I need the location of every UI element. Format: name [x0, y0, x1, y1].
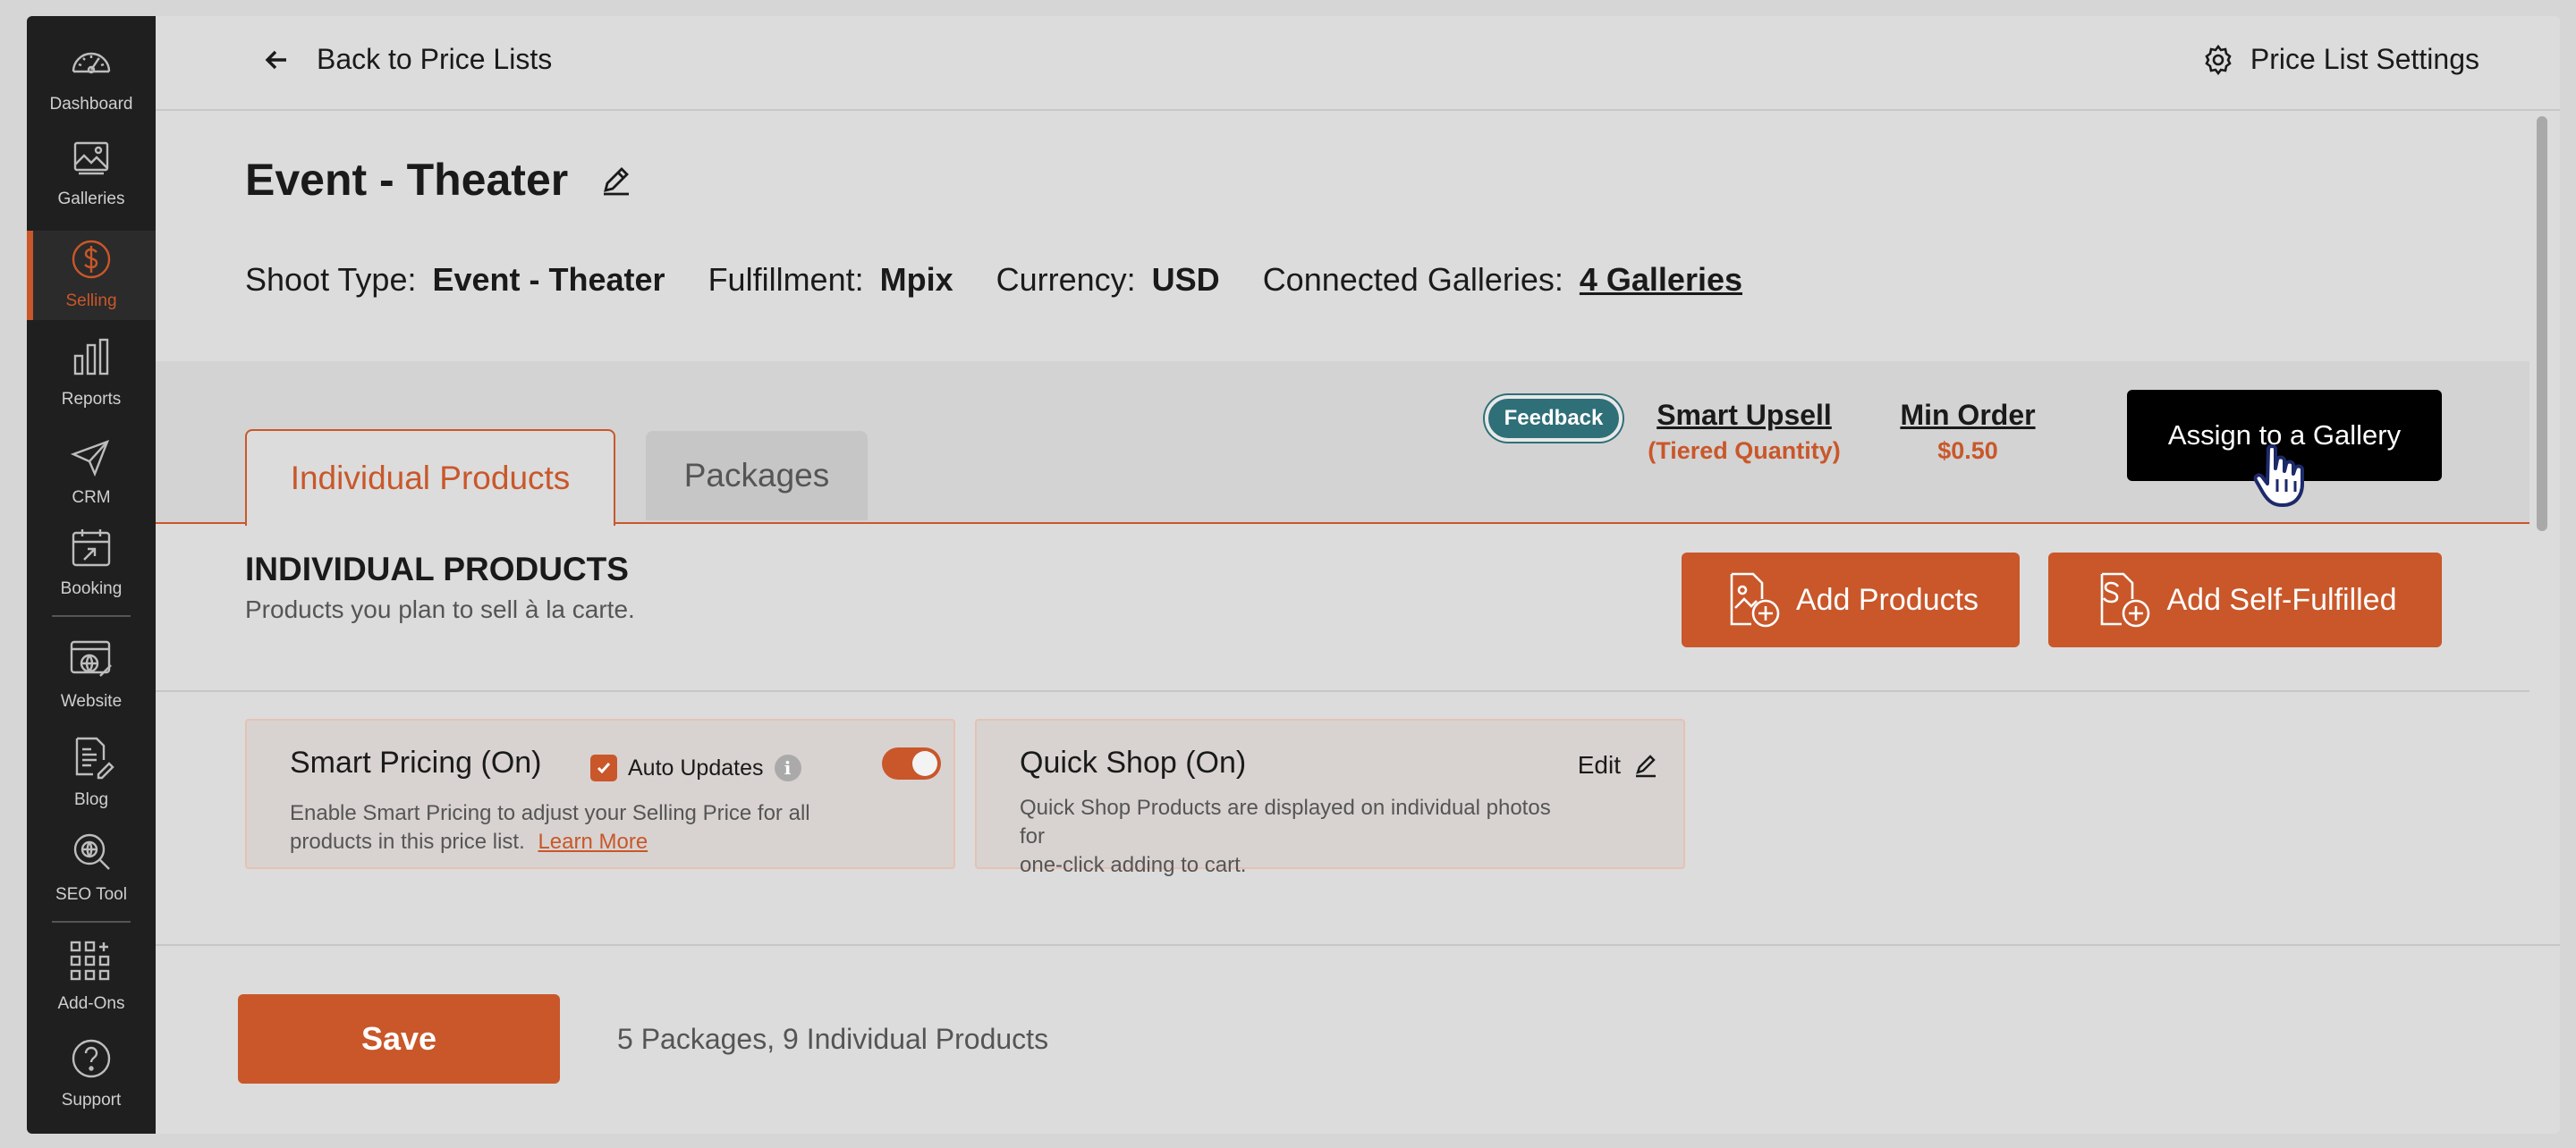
help-icon — [72, 1039, 111, 1078]
sidebar-item-label: Website — [60, 692, 123, 711]
sidebar-item-booking[interactable]: Booking — [27, 519, 156, 608]
pencil-icon[interactable] — [600, 164, 632, 196]
info-icon[interactable]: i — [774, 755, 801, 781]
smart-pricing-desc-line1: Enable Smart Pricing to adjust your Sell… — [290, 801, 810, 825]
scrollbar-thumb[interactable] — [2537, 116, 2547, 531]
section-divider — [156, 690, 2529, 692]
fulfillment-value: Mpix — [879, 261, 953, 298]
learn-more-link[interactable]: Learn More — [538, 830, 648, 854]
feedback-button[interactable]: Feedback — [1485, 395, 1623, 442]
page-title: Event - Theater — [245, 154, 632, 206]
tab-individual-products[interactable]: Individual Products — [245, 429, 615, 526]
sidebar-item-label: Blog — [73, 790, 109, 809]
shoot-type-label: Shoot Type: — [245, 261, 417, 298]
sidebar-item-reports[interactable]: Reports — [27, 329, 156, 418]
sidebar-item-support[interactable]: Support — [27, 1030, 156, 1119]
grid-icon — [70, 941, 110, 981]
section-title: INDIVIDUAL PRODUCTS — [245, 551, 629, 587]
arrow-left-icon — [265, 50, 286, 69]
smart-pricing-toggle[interactable] — [882, 747, 941, 780]
price-list-meta: Shoot Type: Event - Theater Fulfillment:… — [245, 261, 1742, 299]
price-list-title: Event - Theater — [245, 155, 569, 205]
sidebar: Dashboard Galleries Selling Reports CRM … — [27, 16, 156, 1134]
quick-shop-desc-line1: Quick Shop Products are displayed on ind… — [1020, 796, 1551, 848]
min-order-link[interactable]: Min Order $0.50 — [1896, 399, 2039, 465]
settings-label: Price List Settings — [2250, 43, 2479, 75]
sidebar-item-label: Selling — [65, 291, 117, 310]
auto-updates-checkbox[interactable]: Auto Updates i — [590, 755, 801, 781]
sidebar-item-label: Support — [61, 1091, 122, 1110]
quick-shop-edit-button[interactable]: Edit — [1578, 751, 1658, 780]
app-window: Dashboard Galleries Selling Reports CRM … — [27, 16, 2560, 1134]
quick-shop-title: Quick Shop (On) — [1020, 746, 1247, 780]
auto-updates-label: Auto Updates — [628, 755, 764, 781]
sidebar-divider — [52, 921, 131, 923]
sidebar-item-selling[interactable]: Selling — [27, 231, 156, 320]
pencil-icon — [1636, 755, 1656, 778]
footer-divider — [156, 944, 2560, 946]
galleries-icon — [73, 141, 109, 175]
smart-pricing-description: Enable Smart Pricing to adjust your Sell… — [290, 799, 844, 857]
save-button[interactable]: Save — [238, 994, 560, 1084]
edit-label: Edit — [1577, 751, 1621, 779]
sidebar-item-label: Dashboard — [49, 95, 133, 114]
back-link-label: Back to Price Lists — [317, 43, 553, 75]
top-bar: Back to Price Lists Price List Settings — [156, 16, 2560, 111]
smart-upsell-link[interactable]: Smart Upsell (Tiered Quantity) — [1637, 399, 1852, 465]
currency-label: Currency: — [996, 261, 1136, 298]
sidebar-item-label: Galleries — [57, 190, 125, 208]
smart-pricing-title: Smart Pricing (On) — [290, 746, 542, 780]
tab-packages[interactable]: Packages — [646, 431, 868, 520]
sidebar-item-label: Booking — [60, 579, 123, 598]
min-order-label: Min Order — [1900, 399, 2036, 431]
dashboard-icon — [72, 52, 111, 74]
smart-pricing-desc-line2: products in this price list. — [290, 830, 525, 854]
connected-galleries-link[interactable]: 4 Galleries — [1580, 261, 1742, 299]
sidebar-item-add-ons[interactable]: Add-Ons — [27, 933, 156, 1023]
add-self-fulfilled-button[interactable]: Add Self-Fulfilled — [2048, 553, 2442, 647]
min-order-value: $0.50 — [1937, 437, 1998, 464]
sidebar-item-galleries[interactable]: Galleries — [27, 129, 156, 218]
add-products-button[interactable]: Add Products — [1682, 553, 2020, 647]
sidebar-item-website[interactable]: Website — [27, 631, 156, 721]
seo-icon — [73, 833, 110, 870]
smart-pricing-card: Smart Pricing (On) Auto Updates i Enable… — [245, 719, 955, 869]
sidebar-item-label: Add-Ons — [57, 994, 125, 1013]
send-icon — [70, 439, 110, 477]
hand-cursor-icon — [2253, 444, 2304, 507]
smart-upsell-sub: (Tiered Quantity) — [1648, 437, 1841, 464]
add-self-fulfilled-icon — [2101, 572, 2150, 628]
sidebar-item-dashboard[interactable]: Dashboard — [27, 34, 156, 123]
gear-icon — [2205, 44, 2232, 75]
product-counts: 5 Packages, 9 Individual Products — [617, 1023, 1049, 1055]
add-products-label: Add Products — [1795, 582, 1979, 617]
checkbox-checked-icon[interactable] — [590, 755, 617, 781]
sidebar-item-crm[interactable]: CRM — [27, 427, 156, 517]
connected-galleries-label: Connected Galleries: — [1262, 261, 1563, 298]
sidebar-item-blog[interactable]: Blog — [27, 730, 156, 819]
smart-upsell-label: Smart Upsell — [1657, 399, 1832, 431]
sidebar-item-seo-tool[interactable]: SEO Tool — [27, 824, 156, 914]
sidebar-item-label: Reports — [61, 390, 122, 409]
sidebar-divider — [52, 615, 131, 617]
calendar-icon — [72, 529, 111, 567]
quick-shop-desc-line2: one-click adding to cart. — [1020, 853, 1247, 877]
quick-shop-description: Quick Shop Products are displayed on ind… — [1020, 794, 1574, 880]
bar-chart-icon — [73, 338, 109, 376]
back-link[interactable]: Back to Price Lists — [263, 43, 552, 76]
price-list-settings-button[interactable]: Price List Settings — [2202, 43, 2479, 76]
currency-value: USD — [1151, 261, 1220, 298]
website-icon — [70, 640, 112, 677]
quick-shop-card: Quick Shop (On) Edit Quick Shop Products… — [975, 719, 1685, 877]
dollar-icon — [72, 240, 111, 279]
blog-icon — [75, 737, 114, 780]
sidebar-item-label: SEO Tool — [55, 885, 127, 904]
sidebar-item-label: CRM — [72, 488, 111, 507]
shoot-type-value: Event - Theater — [432, 261, 665, 298]
section-subtitle: Products you plan to sell à la carte. — [245, 595, 635, 623]
add-product-icon — [1730, 572, 1780, 628]
add-self-fulfilled-label: Add Self-Fulfilled — [2166, 582, 2397, 617]
fulfillment-label: Fulfillment: — [708, 261, 864, 298]
